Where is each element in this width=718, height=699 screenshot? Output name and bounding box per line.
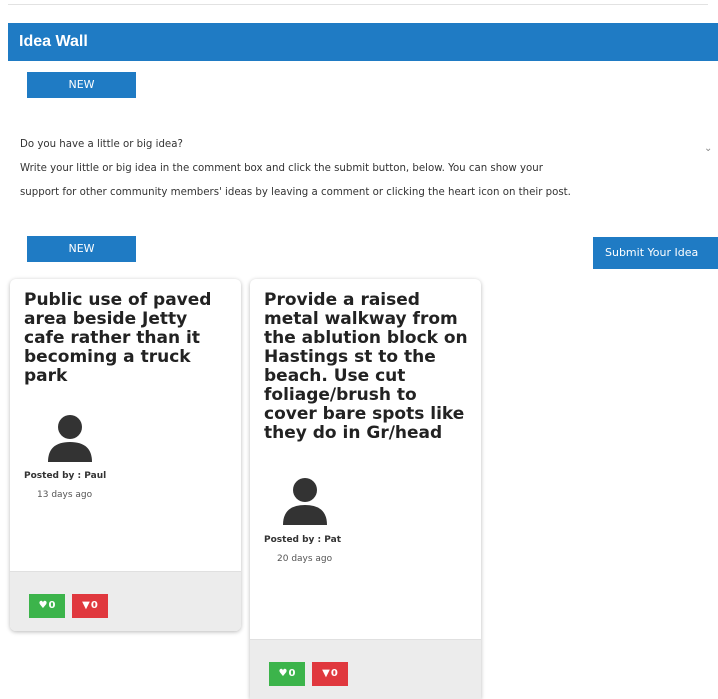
like-button[interactable]: ♥0 — [29, 594, 65, 618]
heart-icon: ♥ — [38, 600, 48, 611]
card-footer: ♥0 ▼0 — [10, 571, 241, 631]
idea-card: Public use of paved area beside Jetty ca… — [10, 279, 241, 631]
post-age: 13 days ago — [37, 490, 93, 500]
submit-idea-button[interactable]: Submit Your Idea — [593, 237, 718, 269]
intro-line-3: support for other community members' ide… — [20, 187, 571, 198]
new-button[interactable]: NEW — [27, 236, 136, 262]
like-count: 0 — [288, 668, 296, 679]
chevron-down-icon[interactable]: ⌄ — [704, 143, 712, 154]
idea-card: Provide a raised metal walkway from the … — [250, 279, 481, 699]
heart-icon: ♥ — [278, 668, 288, 679]
dislike-button[interactable]: ▼0 — [72, 594, 108, 618]
post-age: 20 days ago — [277, 554, 333, 564]
like-count: 0 — [48, 600, 56, 611]
top-divider — [8, 4, 708, 5]
card-footer: ♥0 ▼0 — [250, 639, 481, 699]
posted-by: Posted by : Pat — [264, 535, 342, 545]
intro-text: Do you have a little or big idea? Write … — [20, 133, 710, 205]
idea-title[interactable]: Provide a raised metal walkway from the … — [264, 291, 469, 443]
dislike-button[interactable]: ▼0 — [312, 662, 348, 686]
user-avatar-icon — [48, 415, 92, 462]
page-title: Idea Wall — [8, 23, 718, 61]
dislike-count: 0 — [330, 668, 338, 679]
user-avatar-icon — [283, 478, 327, 525]
intro-line-2: Write your little or big idea in the com… — [20, 163, 543, 174]
like-button[interactable]: ♥0 — [269, 662, 305, 686]
thumbs-down-icon: ▼ — [82, 600, 90, 611]
intro-line-1: Do you have a little or big idea? — [20, 139, 183, 150]
new-button-top[interactable]: NEW — [27, 72, 136, 98]
idea-title[interactable]: Public use of paved area beside Jetty ca… — [24, 291, 229, 386]
thumbs-down-icon: ▼ — [322, 668, 330, 679]
dislike-count: 0 — [90, 600, 98, 611]
posted-by: Posted by : Paul — [24, 471, 107, 481]
